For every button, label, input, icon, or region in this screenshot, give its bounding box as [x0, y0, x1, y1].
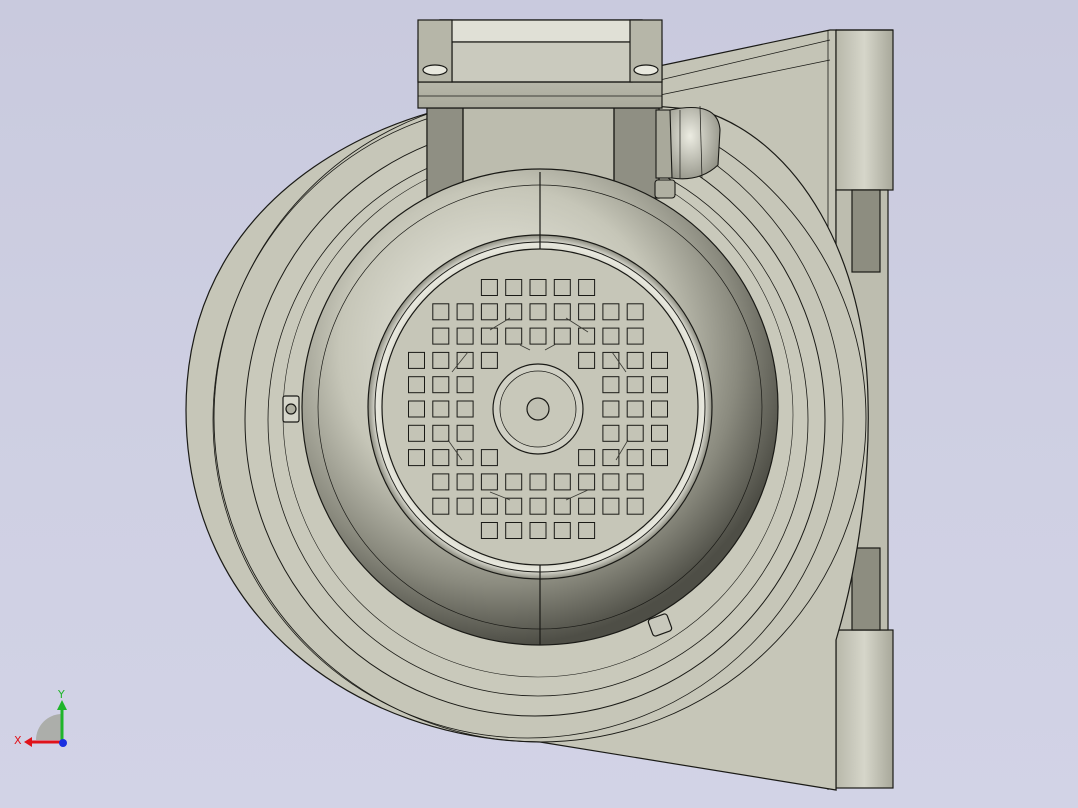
- grille-slot: [553, 497, 571, 515]
- grille-slot: [602, 400, 620, 418]
- grille-slot: [626, 497, 644, 515]
- grille-slot: [602, 376, 620, 394]
- grille-slot: [626, 424, 644, 442]
- x-axis-label: X: [14, 734, 22, 747]
- grille-slot: [553, 473, 571, 491]
- grille-slot: [408, 351, 425, 369]
- grille-slot: [578, 351, 596, 369]
- grille-slot: [456, 449, 474, 467]
- grille-slot: [408, 424, 425, 442]
- grille-slot: [651, 376, 668, 394]
- grille-slot: [480, 497, 498, 515]
- coordinate-triad-icon: Y X: [14, 688, 67, 747]
- grille-slot: [626, 327, 644, 345]
- grille-slot: [480, 327, 498, 345]
- grille-slot: [456, 327, 474, 345]
- grille-slot: [432, 497, 450, 515]
- grille-slot: [456, 473, 474, 491]
- cad-viewport[interactable]: Y X: [0, 0, 1078, 808]
- grille-slot: [553, 279, 571, 296]
- y-axis-label: Y: [57, 688, 65, 701]
- grille-slot: [578, 497, 596, 515]
- grille-slot: [480, 279, 498, 296]
- grille-slot: [553, 522, 571, 539]
- grille-slot: [553, 327, 571, 345]
- grille-slot: [408, 376, 425, 394]
- grille-slot: [432, 449, 450, 467]
- grille-slot: [602, 327, 620, 345]
- grille-slot: [432, 424, 450, 442]
- grille-slot: [432, 473, 450, 491]
- grille-slot: [529, 303, 547, 321]
- grille-slot: [626, 376, 644, 394]
- outlet-flange-top: [835, 29, 894, 191]
- grille-slot: [456, 351, 474, 369]
- grille-slot: [480, 522, 498, 539]
- grille-slot: [578, 473, 596, 491]
- grille-slot: [529, 327, 547, 345]
- grille-slot: [432, 400, 450, 418]
- grille-slot: [456, 424, 474, 442]
- grille-slot: [578, 449, 596, 467]
- grille-slot: [505, 497, 523, 515]
- grille-slot: [651, 424, 668, 442]
- grille-slot: [456, 497, 474, 515]
- grille-slot: [432, 376, 450, 394]
- grille-slot: [529, 497, 547, 515]
- grille-slot: [626, 473, 644, 491]
- grille-slot: [651, 449, 668, 467]
- grille-slot: [602, 351, 620, 369]
- grille-slot: [408, 449, 425, 467]
- grille-slot: [505, 522, 523, 539]
- grille-slot: [651, 351, 668, 369]
- grille-slot: [432, 351, 450, 369]
- grille-slot: [602, 497, 620, 515]
- grille-slot: [578, 522, 596, 539]
- grille-slot: [505, 279, 523, 296]
- grille-slot: [480, 303, 498, 321]
- grille-slot: [602, 424, 620, 442]
- grille-slot: [626, 351, 644, 369]
- grille-slot: [480, 449, 498, 467]
- grille-slot: [408, 400, 425, 418]
- fan-hub: [492, 363, 584, 455]
- grille-slot: [602, 449, 620, 467]
- outlet-flange-bottom: [835, 629, 894, 789]
- grille-slot: [529, 279, 547, 296]
- grille-slot: [553, 303, 571, 321]
- grille-slot: [505, 303, 523, 321]
- grille-slot: [432, 327, 450, 345]
- grille-slot: [578, 327, 596, 345]
- grille-slot: [456, 400, 474, 418]
- z-axis: [59, 739, 67, 747]
- grille-slot: [529, 522, 547, 539]
- grille-slot: [456, 376, 474, 394]
- grille-slot: [505, 327, 523, 345]
- grille-slot: [626, 400, 644, 418]
- grille-slot: [480, 351, 498, 369]
- grille-slot: [529, 473, 547, 491]
- grille-slot: [505, 473, 523, 491]
- grille-slot: [456, 303, 474, 321]
- grille-slot: [578, 303, 596, 321]
- grille-slot: [651, 400, 668, 418]
- grille-slot: [480, 473, 498, 491]
- grille-slot: [602, 303, 620, 321]
- grille-slot: [626, 303, 644, 321]
- grille-slot: [626, 449, 644, 467]
- grille-slot: [578, 279, 596, 296]
- grille-slot: [432, 303, 450, 321]
- grille-slot: [602, 473, 620, 491]
